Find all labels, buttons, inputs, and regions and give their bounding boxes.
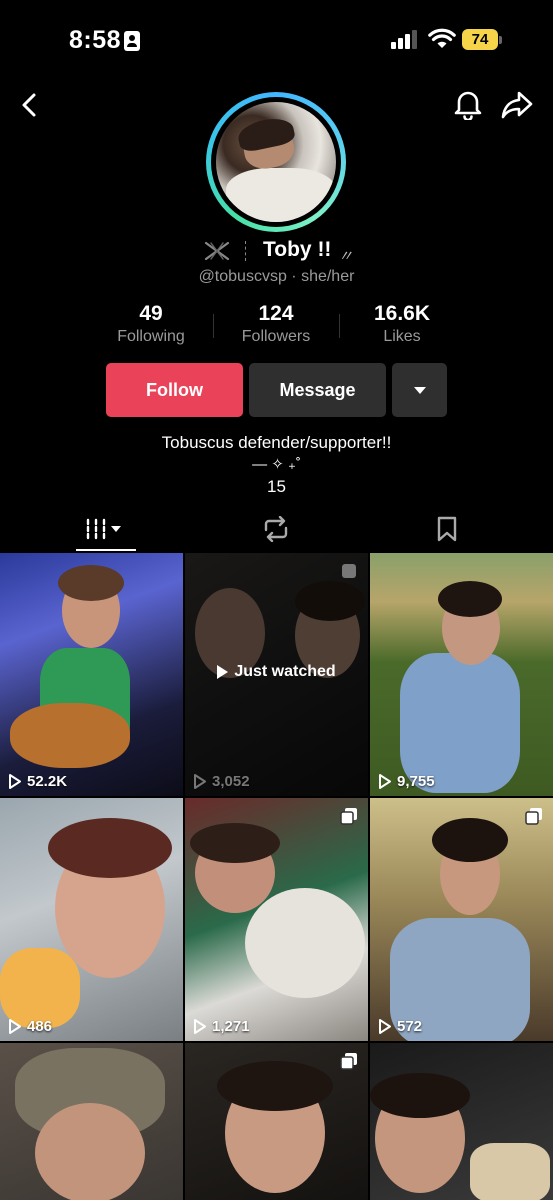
view-count: 52.2K <box>8 773 67 790</box>
avatar-ring[interactable] <box>206 92 346 232</box>
view-count: 3,052 <box>193 773 250 790</box>
avatar <box>216 102 336 222</box>
bell-icon <box>454 91 482 120</box>
view-count: 9,755 <box>378 773 435 790</box>
profile-tabs <box>0 508 553 552</box>
just-watched-label: Just watched <box>185 663 368 681</box>
share-button[interactable] <box>500 88 534 122</box>
followers-count: 124 <box>258 302 294 325</box>
play-icon <box>194 774 206 789</box>
play-icon <box>9 774 21 789</box>
follow-button[interactable]: Follow <box>106 363 243 417</box>
following-stat[interactable]: 49 Following <box>91 302 211 346</box>
multi-photo-icon <box>525 808 542 825</box>
view-count: 1,271 <box>193 1018 250 1035</box>
message-button[interactable]: Message <box>249 363 386 417</box>
view-count: 572 <box>378 1018 422 1035</box>
likes-stat[interactable]: 16.6K Likes <box>342 302 462 346</box>
stat-divider <box>213 314 214 338</box>
tab-reposts[interactable] <box>246 508 306 550</box>
name-decoration: 〃 <box>338 248 354 265</box>
active-tab-indicator <box>76 549 136 551</box>
video-thumbnail[interactable]: 9,755 <box>370 553 553 796</box>
view-count: 486 <box>8 1018 52 1035</box>
status-time: 8:58 <box>69 26 122 54</box>
followers-stat[interactable]: 124 Followers <box>216 302 336 346</box>
profile-name: Toby !! <box>263 238 332 261</box>
video-thumbnail[interactable]: 1,271 <box>185 798 368 1041</box>
bio-line-2: — ✧ ₊˚ <box>252 456 301 473</box>
status-bar: 8:58 74 <box>0 0 553 80</box>
play-icon <box>9 1019 21 1034</box>
play-icon <box>217 665 229 679</box>
chevron-left-icon <box>22 93 36 117</box>
following-label: Following <box>117 328 185 345</box>
video-thumbnail[interactable]: Just watched 3,052 <box>185 553 368 796</box>
battery-indicator: 74 <box>462 29 498 50</box>
id-card-icon <box>124 31 140 51</box>
bookmark-icon <box>437 516 457 542</box>
video-thumbnail[interactable] <box>185 1043 368 1200</box>
video-thumbnail[interactable]: 572 <box>370 798 553 1041</box>
unlinked-account-icon[interactable] <box>203 239 231 263</box>
name-row: Toby !! 〃 <box>0 237 553 267</box>
bio-line-1: Tobuscus defender/supporter!! <box>161 433 392 452</box>
multi-photo-icon <box>342 564 356 578</box>
followers-label: Followers <box>241 328 311 345</box>
likes-label: Likes <box>383 328 421 345</box>
back-button[interactable] <box>14 90 44 120</box>
suggested-accounts-button[interactable] <box>392 363 447 417</box>
wifi-icon <box>428 28 456 48</box>
likes-count: 16.6K <box>373 302 431 325</box>
following-count: 49 <box>139 302 163 325</box>
bio-line-3: 15 <box>267 477 286 496</box>
grid-videos-icon <box>86 518 121 540</box>
share-arrow-icon <box>501 91 533 119</box>
cellular-signal-icon <box>391 29 421 49</box>
repost-icon <box>264 516 288 542</box>
profile-handle: @tobuscvsp · she/her <box>198 268 355 285</box>
caret-down-icon <box>413 386 426 394</box>
stat-divider <box>339 314 340 338</box>
video-thumbnail[interactable]: 486 <box>0 798 183 1041</box>
video-thumbnail[interactable] <box>370 1043 553 1200</box>
video-thumbnail[interactable]: 52.2K <box>0 553 183 796</box>
multi-photo-icon <box>340 808 357 825</box>
play-icon <box>379 1019 391 1034</box>
battery-tip <box>499 36 502 44</box>
play-icon <box>379 774 391 789</box>
multi-photo-icon <box>340 1053 357 1070</box>
notifications-button[interactable] <box>452 88 484 120</box>
video-thumbnail[interactable] <box>0 1043 183 1200</box>
tab-videos[interactable] <box>76 508 136 550</box>
name-separator <box>245 241 246 261</box>
play-icon <box>194 1019 206 1034</box>
tab-favorites[interactable] <box>417 508 477 550</box>
